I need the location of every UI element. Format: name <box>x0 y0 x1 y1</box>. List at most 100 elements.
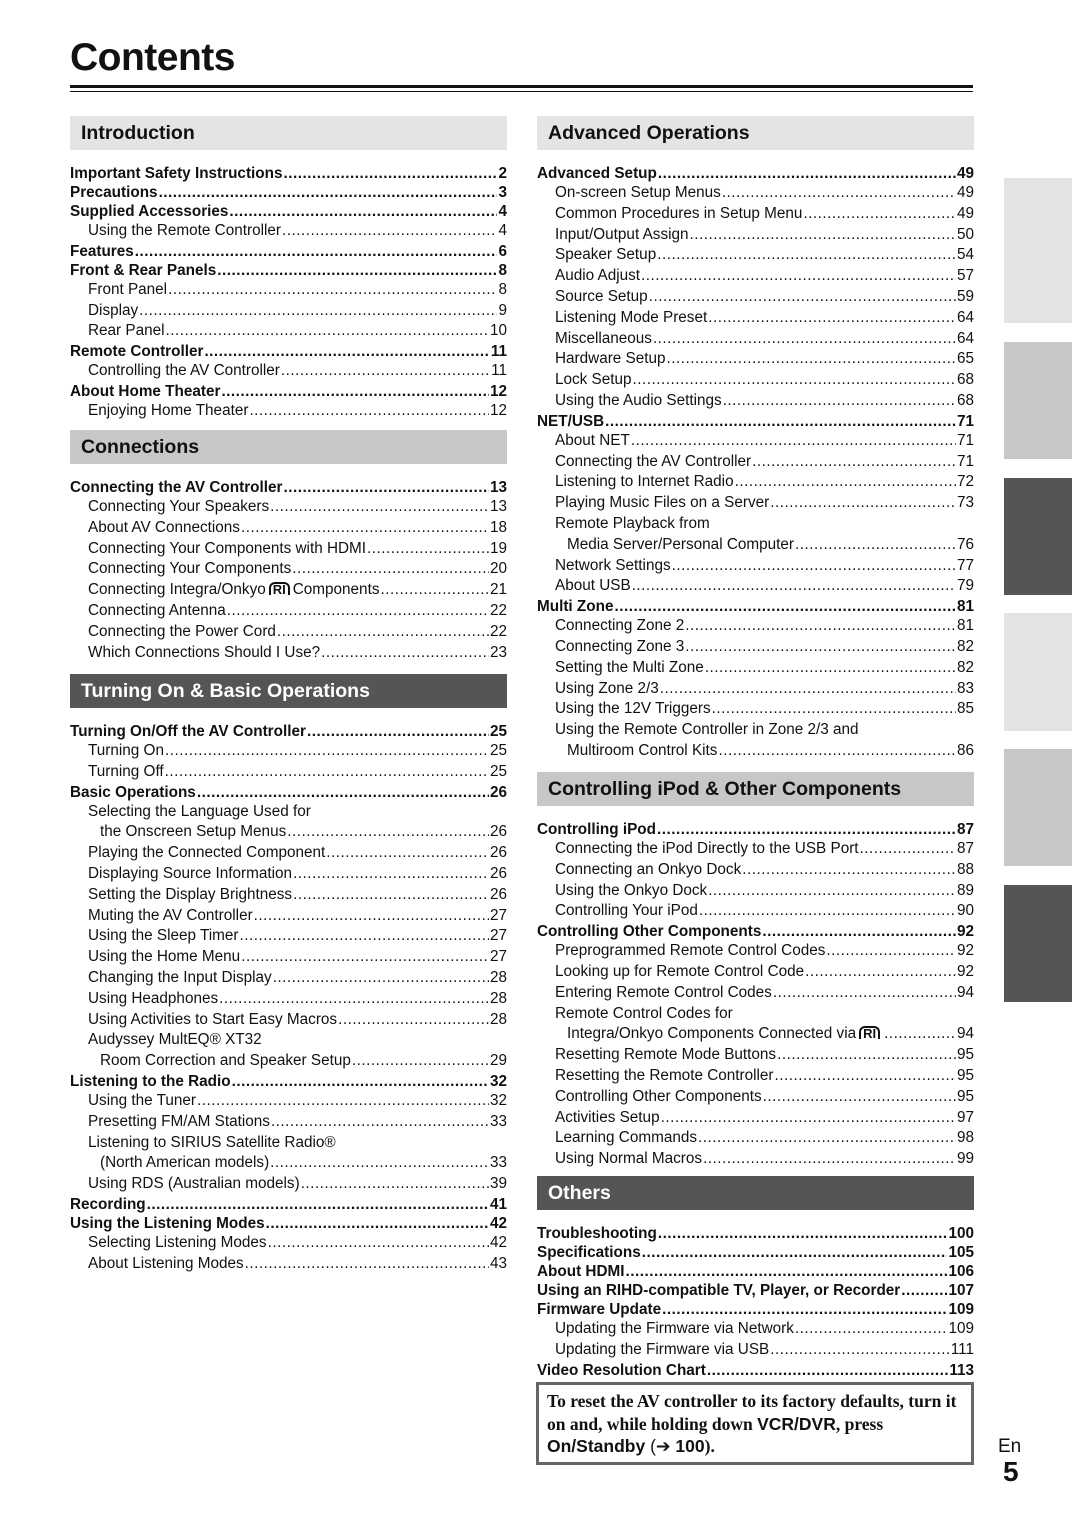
toc-entry[interactable]: Connecting Zone 3 82 <box>537 637 974 658</box>
toc-entry[interactable]: Using Zone 2/3 83 <box>537 679 974 700</box>
toc-entry[interactable]: Using the Remote Controller in Zone 2/3 … <box>537 720 974 741</box>
toc-entry[interactable]: Remote Control Codes for <box>537 1004 974 1025</box>
side-tab-6[interactable] <box>1004 885 1072 1002</box>
toc-entry[interactable]: NET/USB 71 <box>537 412 974 431</box>
toc-entry[interactable]: Front Panel 8 <box>70 280 507 301</box>
toc-entry[interactable]: Common Procedures in Setup Menu 49 <box>537 204 974 225</box>
toc-entry[interactable]: Using the Tuner 32 <box>70 1091 507 1112</box>
toc-entry[interactable]: Using the Remote Controller 4 <box>70 221 507 242</box>
toc-entry[interactable]: About Home Theater 12 <box>70 382 507 401</box>
toc-entry[interactable]: Updating the Firmware via USB 111 <box>537 1340 974 1361</box>
toc-entry[interactable]: Network Settings 77 <box>537 556 974 577</box>
side-tab-5[interactable] <box>1004 749 1072 866</box>
toc-entry[interactable]: Using Headphones 28 <box>70 989 507 1010</box>
toc-entry[interactable]: Displaying Source Information 26 <box>70 864 507 885</box>
toc-entry[interactable]: Using RDS (Australian models) 39 <box>70 1174 507 1195</box>
toc-entry[interactable]: Controlling Your iPod 90 <box>537 901 974 922</box>
toc-entry[interactable]: Preprogrammed Remote Control Codes 92 <box>537 941 974 962</box>
toc-entry[interactable]: Using an RIHD-compatible TV, Player, or … <box>537 1281 974 1300</box>
toc-entry[interactable]: Using Normal Macros 99 <box>537 1149 974 1170</box>
toc-entry[interactable]: Connecting the AV Controller 71 <box>537 452 974 473</box>
toc-entry[interactable]: Entering Remote Control Codes 94 <box>537 983 974 1004</box>
toc-entry[interactable]: Hardware Setup 65 <box>537 349 974 370</box>
toc-entry[interactable]: Connecting Integra/OnkyoRIComponents 21 <box>70 580 507 601</box>
toc-entry[interactable]: Video Resolution Chart 113 <box>537 1361 974 1380</box>
toc-entry[interactable]: Media Server/Personal Computer 76 <box>537 535 974 556</box>
toc-entry[interactable]: Front & Rear Panels 8 <box>70 261 507 280</box>
toc-entry[interactable]: Resetting the Remote Controller 95 <box>537 1066 974 1087</box>
toc-entry[interactable]: (North American models) 33 <box>70 1153 507 1174</box>
toc-entry[interactable]: About NET 71 <box>537 431 974 452</box>
toc-entry[interactable]: Remote Controller 11 <box>70 342 507 361</box>
toc-entry[interactable]: Firmware Update 109 <box>537 1300 974 1319</box>
toc-entry[interactable]: Updating the Firmware via Network 109 <box>537 1319 974 1340</box>
toc-entry[interactable]: Setting the Multi Zone 82 <box>537 658 974 679</box>
toc-entry[interactable]: Audyssey MultEQ® XT32 <box>70 1030 507 1051</box>
side-tab-2[interactable] <box>1004 342 1072 459</box>
toc-entry[interactable]: About HDMI 106 <box>537 1262 974 1281</box>
toc-entry[interactable]: Enjoying Home Theater 12 <box>70 401 507 422</box>
toc-entry[interactable]: Connecting the AV Controller 13 <box>70 478 507 497</box>
toc-entry[interactable]: Integra/Onkyo Components Connected via RI… <box>537 1024 974 1045</box>
toc-entry[interactable]: Connecting Zone 2 81 <box>537 616 974 637</box>
toc-entry[interactable]: Turning On 25 <box>70 741 507 762</box>
toc-entry[interactable]: Playing the Connected Component 26 <box>70 843 507 864</box>
toc-entry[interactable]: Which Connections Should I Use? 23 <box>70 643 507 664</box>
toc-entry[interactable]: Connecting Your Components with HDMI 19 <box>70 539 507 560</box>
toc-entry[interactable]: Turning Off 25 <box>70 762 507 783</box>
toc-entry[interactable]: Controlling the AV Controller 11 <box>70 361 507 382</box>
toc-entry[interactable]: Recording 41 <box>70 1195 507 1214</box>
toc-entry[interactable]: Resetting Remote Mode Buttons 95 <box>537 1045 974 1066</box>
toc-entry[interactable]: Using the Onkyo Dock 89 <box>537 881 974 902</box>
toc-entry[interactable]: Connecting Antenna 22 <box>70 601 507 622</box>
toc-entry[interactable]: Looking up for Remote Control Code 92 <box>537 962 974 983</box>
toc-entry[interactable]: Multi Zone 81 <box>537 597 974 616</box>
toc-entry[interactable]: Rear Panel 10 <box>70 321 507 342</box>
toc-entry[interactable]: Muting the AV Controller 27 <box>70 906 507 927</box>
toc-entry[interactable]: Audio Adjust 57 <box>537 266 974 287</box>
toc-entry[interactable]: Basic Operations 26 <box>70 783 507 802</box>
toc-entry[interactable]: Listening to Internet Radio 72 <box>537 472 974 493</box>
toc-entry[interactable]: Advanced Setup 49 <box>537 164 974 183</box>
toc-entry[interactable]: the Onscreen Setup Menus 26 <box>70 822 507 843</box>
toc-entry[interactable]: Using the 12V Triggers 85 <box>537 699 974 720</box>
toc-entry[interactable]: Speaker Setup 54 <box>537 245 974 266</box>
toc-entry[interactable]: Controlling Other Components 95 <box>537 1087 974 1108</box>
toc-entry[interactable]: Using the Sleep Timer 27 <box>70 926 507 947</box>
toc-entry[interactable]: Troubleshooting 100 <box>537 1224 974 1243</box>
side-tab-3[interactable] <box>1004 478 1072 595</box>
toc-entry[interactable]: Multiroom Control Kits 86 <box>537 741 974 762</box>
side-tab-4[interactable] <box>1004 613 1072 731</box>
toc-entry[interactable]: Changing the Input Display 28 <box>70 968 507 989</box>
toc-entry[interactable]: Display 9 <box>70 301 507 322</box>
side-tab-1[interactable] <box>1004 178 1072 323</box>
toc-entry[interactable]: Activities Setup 97 <box>537 1108 974 1129</box>
toc-entry[interactable]: Miscellaneous 64 <box>537 329 974 350</box>
toc-entry[interactable]: Important Safety Instructions 2 <box>70 164 507 183</box>
toc-entry[interactable]: Remote Playback from <box>537 514 974 535</box>
toc-entry[interactable]: Using Activities to Start Easy Macros 28 <box>70 1010 507 1031</box>
toc-entry[interactable]: On-screen Setup Menus 49 <box>537 183 974 204</box>
toc-entry[interactable]: Connecting an Onkyo Dock 88 <box>537 860 974 881</box>
toc-entry[interactable]: Controlling iPod 87 <box>537 820 974 839</box>
toc-entry[interactable]: Learning Commands 98 <box>537 1128 974 1149</box>
toc-entry[interactable]: Supplied Accessories 4 <box>70 202 507 221</box>
toc-entry[interactable]: Controlling Other Components 92 <box>537 922 974 941</box>
toc-entry[interactable]: Using the Audio Settings 68 <box>537 391 974 412</box>
toc-entry[interactable]: Listening to SIRIUS Satellite Radio® <box>70 1133 507 1154</box>
toc-entry[interactable]: Input/Output Assign 50 <box>537 225 974 246</box>
toc-entry[interactable]: About USB 79 <box>537 576 974 597</box>
toc-entry[interactable]: Selecting Listening Modes 42 <box>70 1233 507 1254</box>
toc-entry[interactable]: Source Setup 59 <box>537 287 974 308</box>
toc-entry[interactable]: About Listening Modes 43 <box>70 1254 507 1275</box>
toc-entry[interactable]: Lock Setup 68 <box>537 370 974 391</box>
toc-entry[interactable]: Playing Music Files on a Server 73 <box>537 493 974 514</box>
toc-entry[interactable]: Using the Listening Modes 42 <box>70 1214 507 1233</box>
toc-entry[interactable]: Listening to the Radio 32 <box>70 1072 507 1091</box>
toc-entry[interactable]: Room Correction and Speaker Setup 29 <box>70 1051 507 1072</box>
toc-entry[interactable]: About AV Connections 18 <box>70 518 507 539</box>
toc-entry[interactable]: Turning On/Off the AV Controller 25 <box>70 722 507 741</box>
toc-entry[interactable]: Precautions 3 <box>70 183 507 202</box>
toc-entry[interactable]: Features 6 <box>70 242 507 261</box>
toc-entry[interactable]: Using the Home Menu 27 <box>70 947 507 968</box>
